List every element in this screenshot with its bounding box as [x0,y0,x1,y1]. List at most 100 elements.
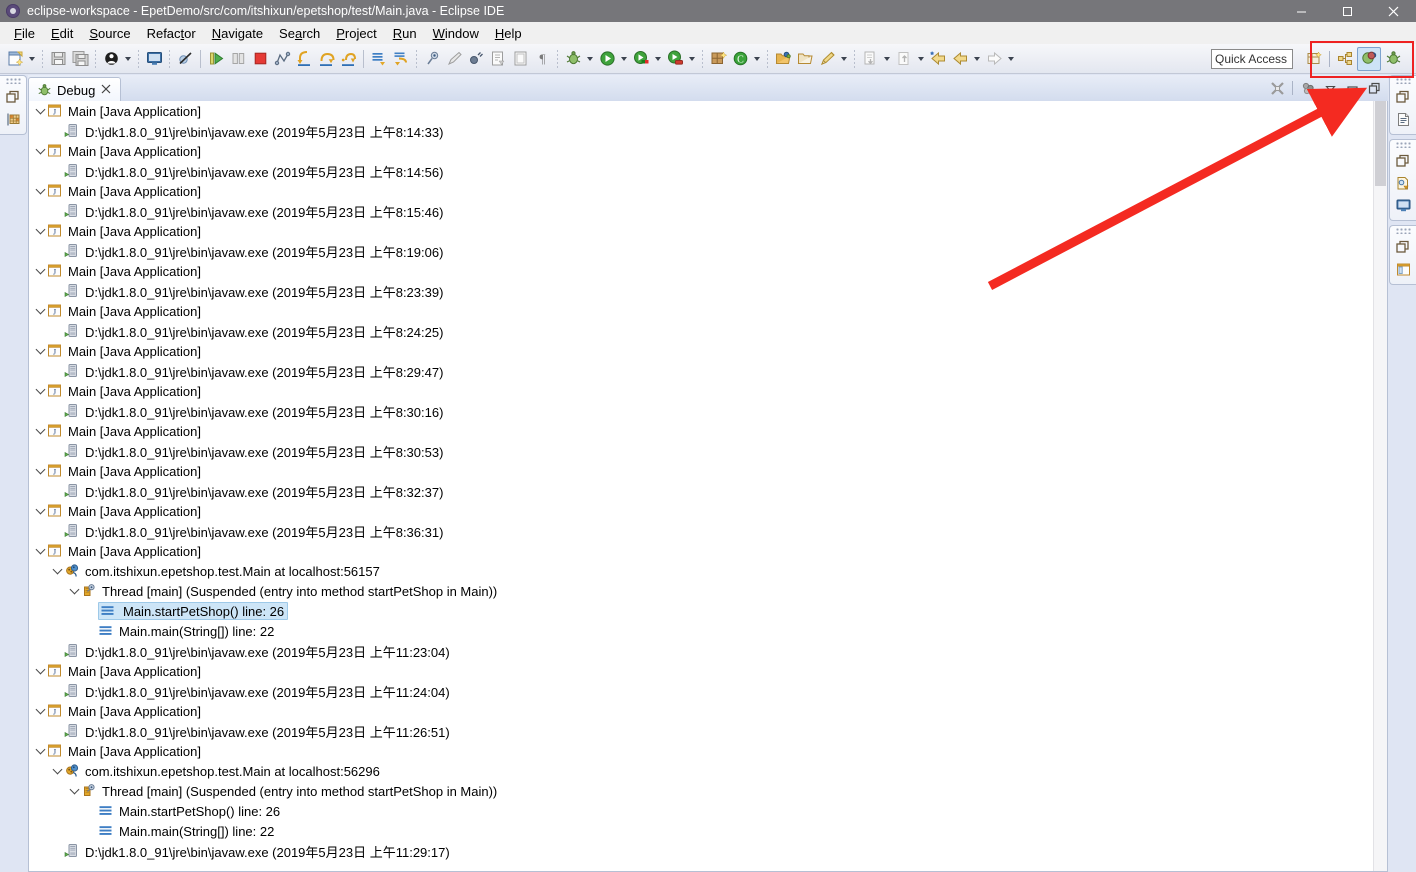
twisty-expanded-icon[interactable] [33,304,47,318]
scrollbar-thumb[interactable] [1375,101,1386,186]
annotation-dropdown[interactable] [838,48,850,70]
coverage-icon[interactable] [630,48,652,70]
external-tools-icon[interactable] [664,48,686,70]
tree-row[interactable]: D:\jdk1.8.0_91\jre\bin\javaw.exe (2019年5… [29,681,1373,701]
console-icon[interactable] [143,48,165,70]
variables-view-icon[interactable] [2,108,24,130]
step-into-icon[interactable] [293,48,315,70]
tree-row[interactable]: J Main [Java Application] [29,261,1373,281]
twisty-expanded-icon[interactable] [33,544,47,558]
maximize-icon[interactable] [1364,78,1384,98]
tree-row[interactable]: J Main [Java Application] [29,141,1373,161]
tree-row[interactable]: Thread [main] (Suspended (entry into met… [29,581,1373,601]
step-return-icon[interactable] [337,48,359,70]
tree-row[interactable]: D:\jdk1.8.0_91\jre\bin\javaw.exe (2019年5… [29,321,1373,341]
use-step-filters-icon[interactable] [390,48,412,70]
tree-row[interactable]: J Main [Java Application] [29,701,1373,721]
back-marked-icon[interactable] [927,48,949,70]
restore-icon[interactable] [1392,150,1414,172]
previous-annotation-dropdown[interactable] [881,48,893,70]
menu-source[interactable]: Source [81,24,138,43]
new-java-package-icon[interactable] [707,48,729,70]
step-over-icon[interactable] [315,48,337,70]
debug-dropdown[interactable] [584,48,596,70]
view-menu-collapse-icon[interactable] [1320,78,1340,98]
tab-debug[interactable]: Debug [28,77,122,102]
save-icon[interactable] [47,48,69,70]
tree-row[interactable]: Main.startPetShop() line: 26 [29,601,1373,621]
drop-to-frame-icon[interactable] [368,48,390,70]
twisty-expanded-icon[interactable] [33,264,47,278]
tree-row-selected[interactable]: Main.startPetShop() line: 26 [98,602,289,620]
twisty-expanded-icon[interactable] [33,464,47,478]
tree-row[interactable]: Thread [main] (Suspended (entry into met… [29,781,1373,801]
tree-row[interactable]: J Main [Java Application] [29,181,1373,201]
tree-row[interactable]: com.itshixun.epetshop.test.Main at local… [29,761,1373,781]
pilcrow-icon[interactable]: ¶ [531,48,553,70]
drag-handle-dots[interactable] [1395,142,1411,148]
tree-row[interactable]: J Main [Java Application] [29,461,1373,481]
console-view-icon[interactable] [1392,194,1414,216]
tree-row[interactable]: D:\jdk1.8.0_91\jre\bin\javaw.exe (2019年5… [29,161,1373,181]
vertical-scrollbar[interactable] [1373,101,1387,871]
drag-handle-dots[interactable] [1395,78,1411,84]
restore-icon[interactable] [1392,86,1414,108]
menu-search[interactable]: Search [271,24,328,43]
twisty-expanded-icon[interactable] [33,144,47,158]
minimize-icon[interactable] [1342,78,1362,98]
show-whitespace-icon[interactable] [509,48,531,70]
tree-row[interactable]: J Main [Java Application] [29,421,1373,441]
run-icon[interactable] [596,48,618,70]
forward-dropdown[interactable] [1005,48,1017,70]
tree-row[interactable]: D:\jdk1.8.0_91\jre\bin\javaw.exe (2019年5… [29,281,1373,301]
package-explorer-icon[interactable] [1392,258,1414,280]
tree-row[interactable]: D:\jdk1.8.0_91\jre\bin\javaw.exe (2019年5… [29,521,1373,541]
open-type-icon[interactable] [487,48,509,70]
open-folder-icon[interactable] [794,48,816,70]
debug-perspective-icon[interactable] [1381,47,1405,71]
disable-breakpoints-icon[interactable] [174,48,196,70]
terminate-icon[interactable] [249,48,271,70]
tree-row[interactable]: Main.startPetShop() line: 26 [29,801,1373,821]
disconnect-icon[interactable] [271,48,293,70]
forward-icon[interactable] [983,48,1005,70]
annotation-icon[interactable] [816,48,838,70]
skip-breakpoints-icon[interactable] [100,48,122,70]
twisty-expanded-icon[interactable] [33,104,47,118]
twisty-expanded-icon[interactable] [33,384,47,398]
tree-row[interactable]: J Main [Java Application] [29,341,1373,361]
twisty-expanded-icon[interactable] [33,744,47,758]
tree-row[interactable]: D:\jdk1.8.0_91\jre\bin\javaw.exe (2019年5… [29,721,1373,741]
tree-row[interactable]: J Main [Java Application] [29,381,1373,401]
new-wizard-dropdown[interactable] [26,48,38,70]
tree-row[interactable]: D:\jdk1.8.0_91\jre\bin\javaw.exe (2019年5… [29,841,1373,861]
twisty-expanded-icon[interactable] [33,224,47,238]
new-java-class-dropdown[interactable] [751,48,763,70]
restore-icon[interactable] [1392,236,1414,258]
tree-row[interactable]: D:\jdk1.8.0_91\jre\bin\javaw.exe (2019年5… [29,361,1373,381]
open-perspective-icon[interactable] [1302,47,1326,71]
previous-annotation-icon[interactable] [859,48,881,70]
tree-row[interactable]: J Main [Java Application] [29,741,1373,761]
tree-row[interactable]: Main.main(String[]) line: 22 [29,621,1373,641]
tree-row[interactable]: D:\jdk1.8.0_91\jre\bin\javaw.exe (2019年5… [29,481,1373,501]
open-task-icon[interactable] [772,48,794,70]
tree-row[interactable]: D:\jdk1.8.0_91\jre\bin\javaw.exe (2019年5… [29,241,1373,261]
twisty-expanded-icon[interactable] [33,424,47,438]
drag-handle-dots[interactable] [1395,228,1411,234]
menu-edit[interactable]: Edit [43,24,81,43]
tree-row[interactable]: J Main [Java Application] [29,541,1373,561]
menu-help[interactable]: Help [487,24,530,43]
toggle-watchpoint-icon[interactable] [421,48,443,70]
tree-row[interactable]: J Main [Java Application] [29,221,1373,241]
maximize-button[interactable] [1324,0,1370,22]
java-browsing-perspective-icon[interactable] [1333,47,1357,71]
back-icon[interactable] [949,48,971,70]
close-button[interactable] [1370,0,1416,22]
outline-view-icon[interactable] [1392,108,1414,130]
suspend-icon[interactable] [227,48,249,70]
resume-icon[interactable] [205,48,227,70]
tree-row[interactable]: com.itshixun.epetshop.test.Main at local… [29,561,1373,581]
tree-row[interactable]: D:\jdk1.8.0_91\jre\bin\javaw.exe (2019年5… [29,121,1373,141]
restore-icon[interactable] [2,86,24,108]
